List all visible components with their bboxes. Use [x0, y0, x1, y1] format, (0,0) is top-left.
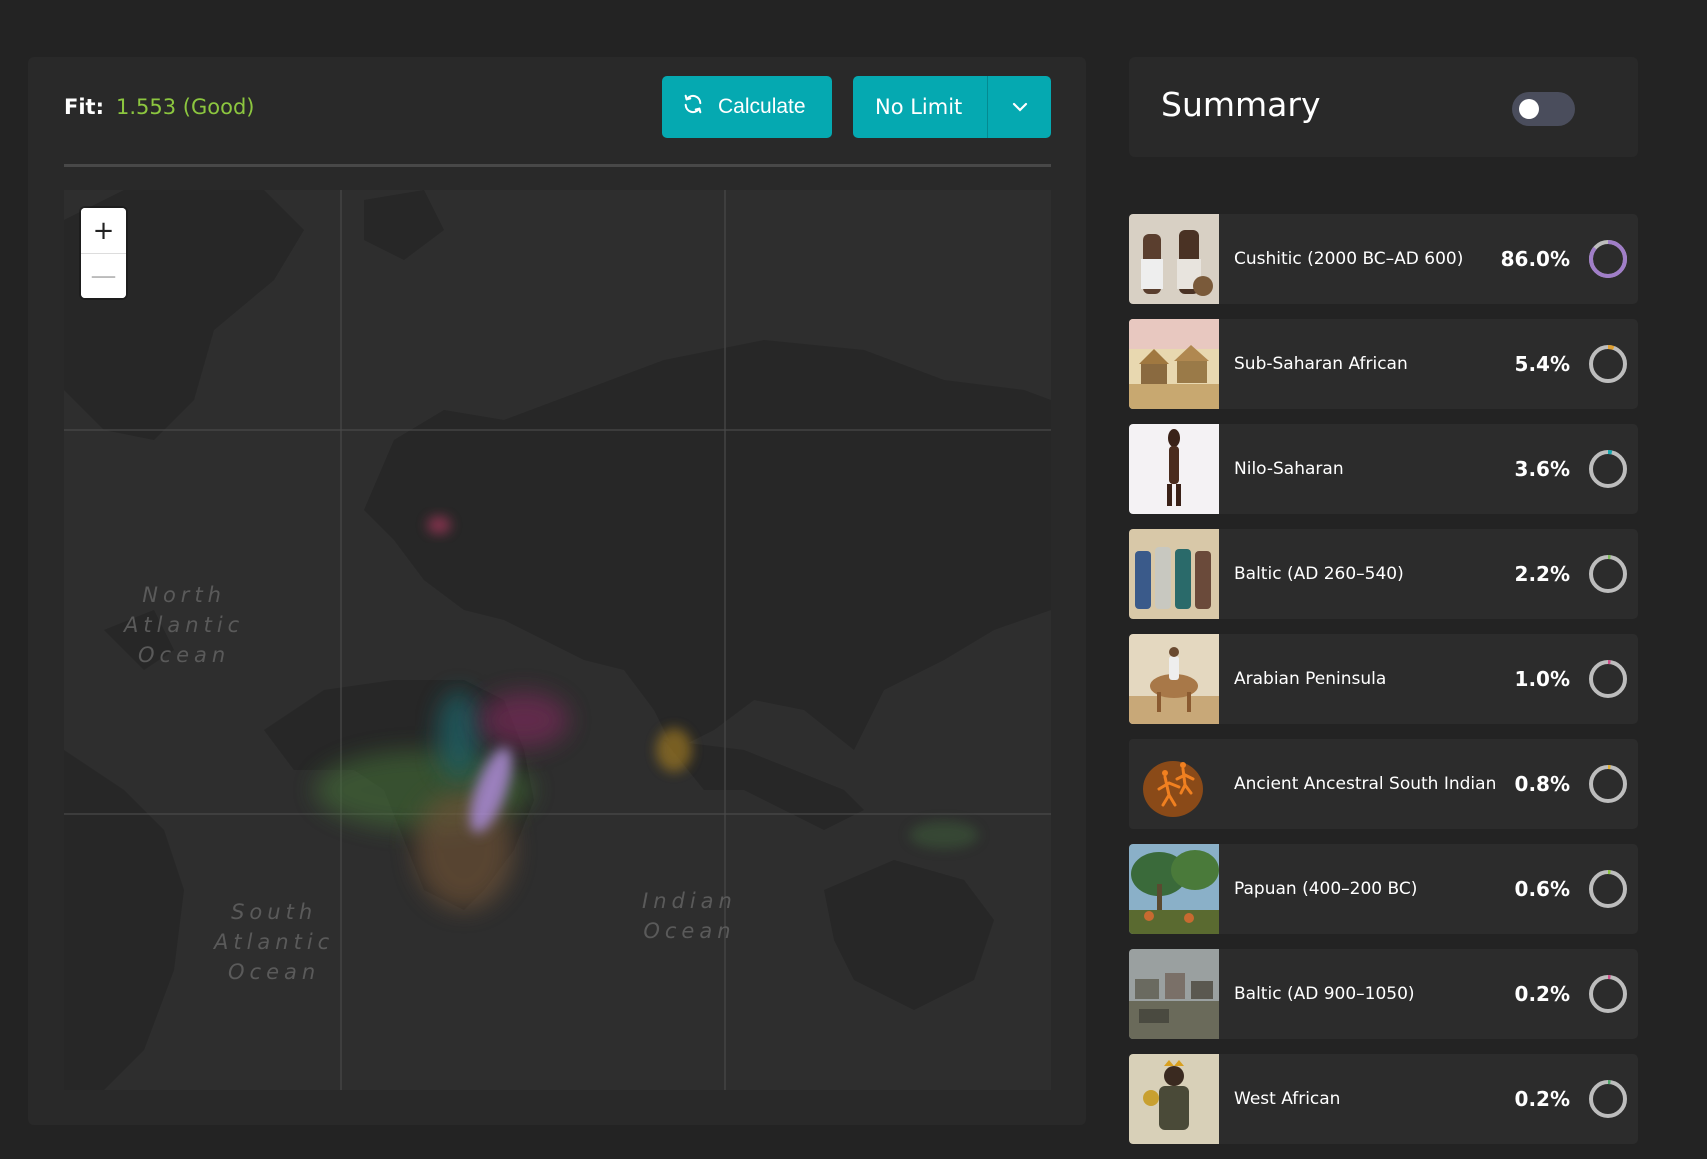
- percent-ring-icon: [1589, 555, 1627, 593]
- list-item[interactable]: Sub-Saharan African 5.4%: [1129, 319, 1638, 409]
- list-item[interactable]: West African 0.2%: [1129, 1054, 1638, 1144]
- percent-ring-icon: [1589, 975, 1627, 1013]
- calculate-label: Calculate: [718, 95, 806, 118]
- indian-ocean-label: Indian Ocean: [642, 889, 737, 943]
- population-name: Arabian Peninsula: [1234, 669, 1387, 689]
- population-thumbnail: [1129, 1054, 1219, 1144]
- population-name: West African: [1234, 1089, 1341, 1109]
- ancestry-map[interactable]: + — North Atlantic Ocean South Atlantic …: [64, 190, 1051, 1090]
- population-name: Baltic (AD 260–540): [1234, 564, 1404, 584]
- zoom-control: + —: [81, 208, 126, 298]
- percent-ring-icon: [1589, 345, 1627, 383]
- population-percent: 2.2%: [1514, 562, 1570, 586]
- population-thumbnail: [1129, 214, 1219, 304]
- population-percent: 86.0%: [1500, 247, 1570, 271]
- fit-readout: Fit: 1.553 (Good): [64, 95, 254, 119]
- list-item[interactable]: Baltic (AD 260–540) 2.2%: [1129, 529, 1638, 619]
- population-name: Nilo-Saharan: [1234, 459, 1344, 479]
- population-percent: 0.6%: [1514, 877, 1570, 901]
- zoom-out-button[interactable]: —: [81, 253, 126, 298]
- chevron-down-icon[interactable]: [988, 101, 1051, 113]
- toggle-knob: [1519, 99, 1539, 119]
- list-item[interactable]: Arabian Peninsula 1.0%: [1129, 634, 1638, 724]
- population-thumbnail: [1129, 739, 1219, 829]
- population-percent: 0.2%: [1514, 982, 1570, 1006]
- fit-value: 1.553 (Good): [115, 95, 255, 119]
- population-thumbnail: [1129, 844, 1219, 934]
- north-atlantic-label: North Atlantic Ocean: [124, 583, 245, 667]
- population-thumbnail: [1129, 319, 1219, 409]
- limit-dropdown[interactable]: No Limit: [853, 76, 1051, 138]
- population-name: Baltic (AD 900–1050): [1234, 984, 1415, 1004]
- south-atlantic-label: South Atlantic Ocean: [214, 900, 335, 984]
- population-thumbnail: [1129, 529, 1219, 619]
- percent-ring-icon: [1589, 450, 1627, 488]
- refresh-icon: [682, 93, 704, 121]
- list-item[interactable]: Ancient Ancestral South Indian 0.8%: [1129, 739, 1638, 829]
- population-percent: 5.4%: [1514, 352, 1570, 376]
- summary-title: Summary: [1161, 85, 1321, 124]
- results-panel: Fit: 1.553 (Good) Calculate No Limit + —…: [28, 57, 1086, 1125]
- summary-toggle[interactable]: [1512, 92, 1575, 126]
- population-percent: 0.8%: [1514, 772, 1570, 796]
- limit-label: No Limit: [875, 95, 963, 119]
- header-divider: [64, 164, 1051, 167]
- list-item[interactable]: Cushitic (2000 BC–AD 600) 86.0%: [1129, 214, 1638, 304]
- percent-ring-icon: [1589, 240, 1627, 278]
- population-name: Sub-Saharan African: [1234, 354, 1408, 374]
- percent-ring-icon: [1589, 870, 1627, 908]
- population-name: Cushitic (2000 BC–AD 600): [1234, 249, 1464, 269]
- population-list: Cushitic (2000 BC–AD 600) 86.0% Sub-Saha…: [1129, 214, 1638, 1159]
- population-percent: 0.2%: [1514, 1087, 1570, 1111]
- percent-ring-icon: [1589, 660, 1627, 698]
- percent-ring-icon: [1589, 1080, 1627, 1118]
- calculate-button[interactable]: Calculate: [662, 76, 832, 138]
- population-percent: 3.6%: [1514, 457, 1570, 481]
- summary-header: Summary: [1129, 57, 1638, 157]
- fit-label: Fit:: [64, 95, 104, 119]
- list-item[interactable]: Baltic (AD 900–1050) 0.2%: [1129, 949, 1638, 1039]
- zoom-in-button[interactable]: +: [81, 208, 126, 253]
- population-name: Papuan (400–200 BC): [1234, 879, 1418, 899]
- population-thumbnail: [1129, 634, 1219, 724]
- list-item[interactable]: Papuan (400–200 BC) 0.6%: [1129, 844, 1638, 934]
- population-thumbnail: [1129, 424, 1219, 514]
- population-percent: 1.0%: [1514, 667, 1570, 691]
- percent-ring-icon: [1589, 765, 1627, 803]
- population-thumbnail: [1129, 949, 1219, 1039]
- list-item[interactable]: Nilo-Saharan 3.6%: [1129, 424, 1638, 514]
- population-name: Ancient Ancestral South Indian: [1234, 774, 1497, 794]
